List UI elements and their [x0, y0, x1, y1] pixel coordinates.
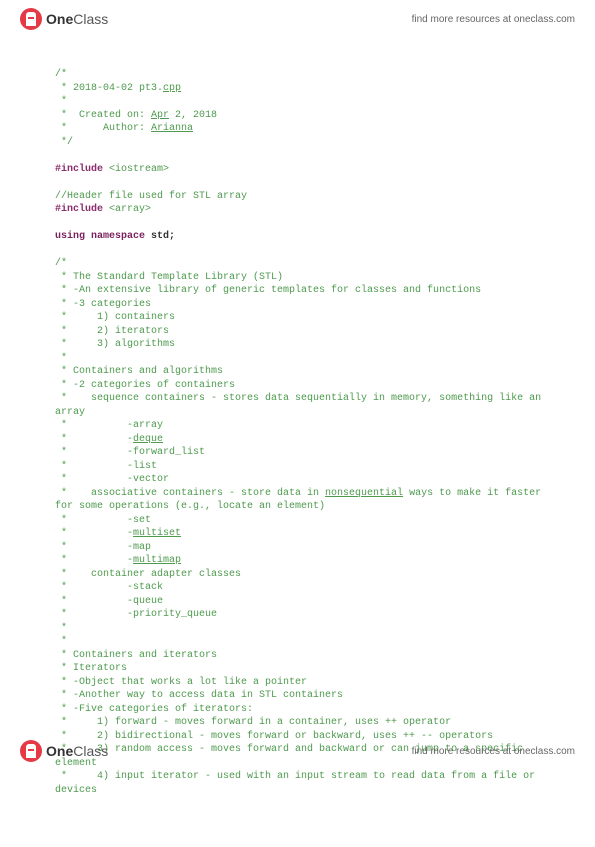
block-line: * 2) iterators — [55, 325, 540, 339]
resources-link-top[interactable]: find more resources at oneclass.com — [412, 14, 575, 25]
comment-open: /* — [55, 68, 540, 82]
logo-icon — [20, 740, 42, 762]
block-line-wrap: devices — [55, 784, 540, 798]
block-open: /* — [55, 257, 540, 271]
block-line-deque: * -deque — [55, 433, 540, 447]
include-array: #include <array> — [55, 203, 540, 217]
block-line: * Iterators — [55, 662, 540, 676]
comment-close: */ — [55, 136, 540, 150]
header-comment: //Header file used for STL array — [55, 190, 540, 204]
block-line: * 1) forward - moves forward in a contai… — [55, 716, 540, 730]
block-line: * -set — [55, 514, 540, 528]
blank-line — [55, 244, 540, 258]
block-line: * — [55, 622, 540, 636]
block-line: * Containers and algorithms — [55, 365, 540, 379]
block-line: * -3 categories — [55, 298, 540, 312]
comment-star: * — [55, 95, 540, 109]
blank-line — [55, 176, 540, 190]
logo-text-footer: OneClass — [46, 743, 108, 759]
block-line-wrap: for some operations (e.g., locate an ele… — [55, 500, 540, 514]
block-line: * -Object that works a lot like a pointe… — [55, 676, 540, 690]
comment-created: * Created on: Apr 2, 2018 — [55, 109, 540, 123]
block-line: * Containers and iterators — [55, 649, 540, 663]
block-line: * — [55, 352, 540, 366]
brand-logo-footer: OneClass — [20, 740, 108, 762]
page-footer: OneClass find more resources at oneclass… — [0, 732, 595, 770]
block-line: * -vector — [55, 473, 540, 487]
block-line: * — [55, 635, 540, 649]
block-line: * -forward_list — [55, 446, 540, 460]
block-line: * -priority_queue — [55, 608, 540, 622]
logo-text: OneClass — [46, 11, 108, 27]
block-line: * -Another way to access data in STL con… — [55, 689, 540, 703]
block-line-wrap: array — [55, 406, 540, 420]
logo-icon — [20, 8, 42, 30]
brand-logo: OneClass — [20, 8, 108, 30]
blank-line — [55, 149, 540, 163]
resources-link-bottom[interactable]: find more resources at oneclass.com — [412, 746, 575, 757]
block-line: * -2 categories of containers — [55, 379, 540, 393]
block-line: * 1) containers — [55, 311, 540, 325]
using-namespace: using namespace std; — [55, 230, 540, 244]
block-line: * 4) input iterator - used with an input… — [55, 770, 540, 784]
block-line: * 3) algorithms — [55, 338, 540, 352]
block-line: * -list — [55, 460, 540, 474]
block-line-multimap: * -multimap — [55, 554, 540, 568]
blank-line — [55, 217, 540, 231]
block-line: * -Five categories of iterators: — [55, 703, 540, 717]
block-line: * container adapter classes — [55, 568, 540, 582]
block-line: * -stack — [55, 581, 540, 595]
page-header: OneClass find more resources at oneclass… — [0, 0, 595, 38]
include-iostream: #include <iostream> — [55, 163, 540, 177]
block-line: * -queue — [55, 595, 540, 609]
block-line: * sequence containers - stores data sequ… — [55, 392, 540, 406]
block-line: * -map — [55, 541, 540, 555]
block-line: * -An extensive library of generic templ… — [55, 284, 540, 298]
block-line-assoc: * associative containers - store data in… — [55, 487, 540, 501]
block-line: * -array — [55, 419, 540, 433]
comment-filename: * 2018-04-02 pt3.cpp — [55, 82, 540, 96]
block-line: * The Standard Template Library (STL) — [55, 271, 540, 285]
code-body: /* * 2018-04-02 pt3.cpp * * Created on: … — [0, 38, 595, 847]
block-line-multiset: * -multiset — [55, 527, 540, 541]
comment-author: * Author: Arianna — [55, 122, 540, 136]
